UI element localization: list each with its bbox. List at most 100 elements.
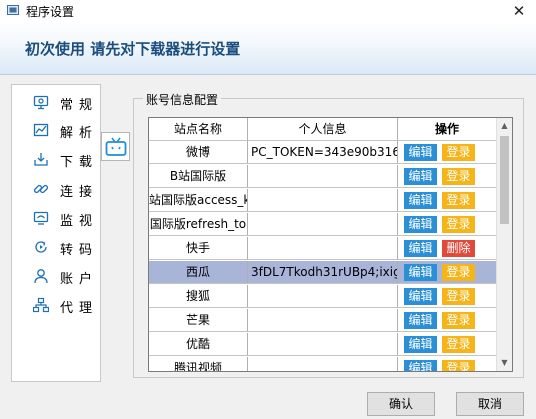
action-cell: 编辑 登录 [398,333,497,356]
ok-button[interactable]: 确认 [367,392,435,416]
personal-info-cell [248,165,398,188]
edit-button[interactable]: 编辑 [404,360,437,371]
site-name-cell: 西瓜 [149,261,248,284]
link-icon [33,184,49,194]
sidebar-item-parse[interactable]: 解析 [12,120,100,141]
sidebar-item-label: 连接 [60,185,99,200]
table-row[interactable]: B站国际版 编辑 登录 [149,165,497,188]
column-header-action: 操作 [398,118,497,141]
personal-info-cell [248,357,398,371]
personal-info-cell: 3fDL7Tkodh31rUBp4;ixig [248,261,398,284]
edit-button[interactable]: 编辑 [404,144,437,161]
login-button[interactable]: 登录 [442,312,475,329]
action-cell: 编辑 登录 [398,213,497,236]
login-button[interactable]: 登录 [442,144,475,161]
scroll-thumb[interactable] [500,136,509,224]
sidebar-item-download[interactable]: 下载 [12,149,100,170]
sidebar-item-label: 代理 [60,301,99,316]
scroll-down-icon[interactable]: ▼ [497,355,512,371]
action-cell: 编辑 登录 [398,285,497,308]
personal-info-cell [248,189,398,212]
sidebar-item-transcode[interactable]: 转码 [12,237,100,258]
table-row[interactable]: 快手 编辑 删除 [149,237,497,260]
site-name-cell: 站国际版access_k [149,189,248,212]
column-header-site: 站点名称 [149,118,248,141]
window-title: 程序设置 [26,5,75,19]
action-cell: 编辑 登录 [398,357,497,371]
scroll-up-icon[interactable]: ▲ [497,118,512,134]
sidebar-item-label: 监视 [60,214,99,229]
table-row[interactable]: 搜狐 编辑 登录 [149,285,497,308]
site-name-cell: 快手 [149,237,248,260]
action-cell: 编辑 删除 [398,237,497,260]
group-title: 账号信息配置 [143,91,222,108]
site-name-cell: 国际版refresh_to [149,213,248,236]
sidebar-item-general[interactable]: 常规 [12,92,100,113]
table-row[interactable]: 站国际版access_k 编辑 登录 [149,189,497,212]
edit-button[interactable]: 编辑 [404,336,437,353]
action-cell: 编辑 登录 [398,141,497,164]
site-name-cell: 优酷 [149,333,248,356]
action-cell: 编辑 登录 [398,261,497,284]
sidebar-item-label: 下载 [60,155,99,170]
sidebar-item-connection[interactable]: 连接 [12,179,100,200]
table-row[interactable]: 微博 PC_TOKEN=343e90b316; 编辑 登录 [149,141,497,164]
personal-info-cell [248,333,398,356]
sidebar-item-account[interactable]: 账户 [12,266,100,287]
login-button[interactable]: 登录 [442,360,475,371]
edit-button[interactable]: 编辑 [404,264,437,281]
site-name-cell: 腾讯视频 [149,357,248,371]
table-row[interactable]: 优酷 编辑 登录 [149,333,497,356]
monitor-gear-icon [33,95,49,110]
personal-info-cell [248,309,398,332]
edit-button[interactable]: 编辑 [404,240,437,257]
site-name-cell: 搜狐 [149,285,248,308]
cancel-button[interactable]: 取消 [456,392,524,416]
login-button[interactable]: 登录 [442,168,475,185]
image-chart-icon [33,123,49,137]
table-row[interactable]: 西瓜 3fDL7Tkodh31rUBp4;ixig 编辑 登录 [149,261,497,284]
account-table: 站点名称 个人信息 操作 微博 PC_TOKEN=343e90b316; 编辑 登录 B… [148,117,513,372]
action-cell: 编辑 登录 [398,189,497,212]
delete-button[interactable]: 删除 [442,240,475,257]
transcode-icon [35,241,47,253]
header-banner: 初次使用 请先对下载器进行设置 [0,22,536,75]
sidebar-item-label: 常规 [60,98,99,113]
app-icon [7,5,19,15]
site-name-cell: B站国际版 [149,165,248,188]
sidebar-item-monitor[interactable]: 监视 [12,208,100,229]
selected-panel-icon [101,132,130,161]
edit-button[interactable]: 编辑 [404,312,437,329]
table-header: 站点名称 个人信息 操作 [149,118,497,141]
edit-button[interactable]: 编辑 [404,168,437,185]
table-row[interactable]: 腾讯视频 编辑 登录 [149,357,497,371]
close-icon: ✕ [512,2,526,20]
table-row[interactable]: 芒果 编辑 登录 [149,309,497,332]
close-button[interactable]: ✕ [502,0,536,22]
login-button[interactable]: 登录 [442,216,475,233]
site-name-cell: 芒果 [149,309,248,332]
personal-info-cell [248,285,398,308]
network-proxy-icon [33,297,49,313]
table-row[interactable]: 国际版refresh_to 编辑 登录 [149,213,497,236]
tv-icon [105,137,126,156]
personal-info-cell: PC_TOKEN=343e90b316; [248,141,398,164]
edit-button[interactable]: 编辑 [404,288,437,305]
vertical-scrollbar[interactable]: ▲ ▼ [496,118,512,371]
login-button[interactable]: 登录 [442,264,475,281]
edit-button[interactable]: 编辑 [404,216,437,233]
action-cell: 编辑 登录 [398,165,497,188]
login-button[interactable]: 登录 [442,192,475,209]
login-button[interactable]: 登录 [442,288,475,305]
sidebar-item-proxy[interactable]: 代理 [12,295,100,316]
banner-text: 初次使用 请先对下载器进行设置 [25,40,241,58]
personal-info-cell [248,237,398,260]
edit-button[interactable]: 编辑 [404,192,437,209]
sidebar-item-label: 解析 [60,126,99,141]
sidebar-item-label: 账户 [60,272,99,287]
monitor-icon [33,211,49,225]
login-button[interactable]: 登录 [442,336,475,353]
personal-info-cell [248,213,398,236]
title-bar: 程序设置 ✕ [0,0,536,22]
column-header-info: 个人信息 [248,118,398,141]
